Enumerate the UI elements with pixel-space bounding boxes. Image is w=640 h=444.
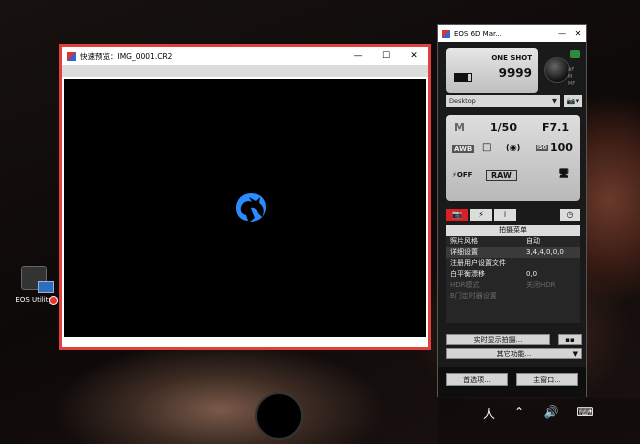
desktop-icon-eos-utility[interactable]: EOS Utility: [14, 266, 58, 305]
tray-expand-icon[interactable]: ⌃: [508, 405, 530, 419]
main-window-button[interactable]: 主窗口...: [516, 373, 578, 386]
roccat-logo-icon: [236, 193, 266, 222]
tab-flash[interactable]: ⚡: [470, 209, 492, 221]
camera-settings-panel: M 1/50 F7.1 AWB □ (◉) ISO 100 ⚡OFF RAW 🖥: [446, 115, 580, 201]
close-button[interactable]: ✕: [570, 29, 586, 38]
shots-remaining: 9999: [498, 66, 532, 80]
keyboard-icon[interactable]: ⌨: [574, 405, 596, 419]
aperture[interactable]: F7.1: [542, 121, 569, 134]
white-balance[interactable]: AWB: [452, 145, 475, 153]
shortcut-badge-icon: [49, 296, 58, 305]
tab-custom[interactable]: 𝍷: [494, 209, 516, 221]
wallpaper-sphere: [255, 392, 303, 440]
af-mode-indicator: AF M MF: [568, 67, 576, 87]
battery-icon: [454, 73, 472, 82]
preview-image-area: [64, 79, 426, 337]
people-icon[interactable]: 人: [478, 405, 500, 422]
preferences-button[interactable]: 首选项...: [446, 373, 508, 386]
camera-connected-icon: [570, 50, 580, 58]
eos-titlebar[interactable]: EOS 6D Mar... — ✕: [438, 25, 586, 42]
image-quality[interactable]: RAW: [486, 170, 517, 181]
menu-header: 拍摄菜单: [446, 225, 580, 236]
live-view-button[interactable]: 实时显示拍摄...: [446, 334, 550, 345]
preview-toolbar-strip: [62, 65, 428, 77]
panel-footer: 首选项... 主窗口...: [438, 367, 586, 397]
app-icon: [442, 29, 450, 38]
tab-timer[interactable]: ◷: [560, 209, 580, 221]
preview-title: 快速预览：IMG_0001.CR2: [80, 51, 173, 61]
metering-mode[interactable]: (◉): [506, 143, 520, 152]
camera-menu-button[interactable]: 📷▾: [564, 95, 582, 107]
shooting-menu: 拍摄菜单 照片风格 自动 详细设置 3,4,4,0,0,0 注册用户设置文件 白平衡…: [446, 225, 580, 323]
other-functions-button[interactable]: 其它功能... ▼: [446, 348, 582, 359]
eos-utility-panel: EOS 6D Mar... — ✕ ONE SHOT 9999 AF M MF …: [437, 24, 587, 397]
minimize-button[interactable]: —: [554, 29, 570, 38]
menu-row: B门定时器设置: [450, 292, 497, 300]
desktop-icon-label: EOS Utility: [15, 296, 53, 304]
quick-preview-window: 快速预览：IMG_0001.CR2 — ☐ ✕: [62, 47, 428, 347]
transfer-icon[interactable]: 🖥: [558, 169, 569, 179]
menu-row: HDR模式 关闭HDR: [450, 281, 556, 289]
preview-titlebar[interactable]: 快速预览：IMG_0001.CR2 — ☐ ✕: [62, 47, 428, 65]
app-icon: [67, 51, 76, 61]
drive-mode-label: ONE SHOT: [491, 54, 532, 62]
menu-row[interactable]: 白平衡漂移 0,0: [446, 269, 580, 280]
chevron-down-icon: ▼: [572, 350, 578, 358]
flash-off[interactable]: ⚡OFF: [452, 171, 472, 179]
save-destination-value: Desktop: [449, 97, 476, 105]
camera-app-icon: [21, 266, 54, 293]
status-lcd: ONE SHOT 9999: [446, 48, 538, 93]
shutter-speed[interactable]: 1/50: [490, 121, 517, 134]
other-functions-label: 其它功能...: [496, 350, 532, 358]
maximize-button[interactable]: ☐: [372, 51, 400, 61]
eos-title: EOS 6D Mar...: [454, 29, 502, 38]
iso-label: ISO: [536, 145, 548, 151]
tab-shooting[interactable]: 📷: [446, 209, 468, 221]
main-dial-icon[interactable]: [544, 57, 570, 83]
close-button[interactable]: ✕: [400, 51, 428, 61]
taskbar: [438, 398, 640, 444]
menu-row[interactable]: 注册用户设置文件: [446, 258, 580, 269]
menu-row[interactable]: 照片风格 自动: [446, 236, 580, 247]
live-view-icon-button[interactable]: ▪▪: [558, 334, 582, 345]
iso-value[interactable]: 100: [550, 141, 573, 154]
shooting-mode: M: [454, 121, 465, 134]
chevron-down-icon: ▼: [552, 97, 557, 105]
volume-icon[interactable]: 🔊: [540, 405, 562, 419]
drive-mode[interactable]: □: [482, 142, 491, 153]
minimize-button[interactable]: —: [344, 51, 372, 61]
menu-row[interactable]: 详细设置 3,4,4,0,0,0: [446, 247, 580, 258]
save-destination-select[interactable]: Desktop ▼: [446, 95, 560, 107]
menu-tabs: 📷 ⚡ 𝍷 ◷: [446, 209, 580, 221]
